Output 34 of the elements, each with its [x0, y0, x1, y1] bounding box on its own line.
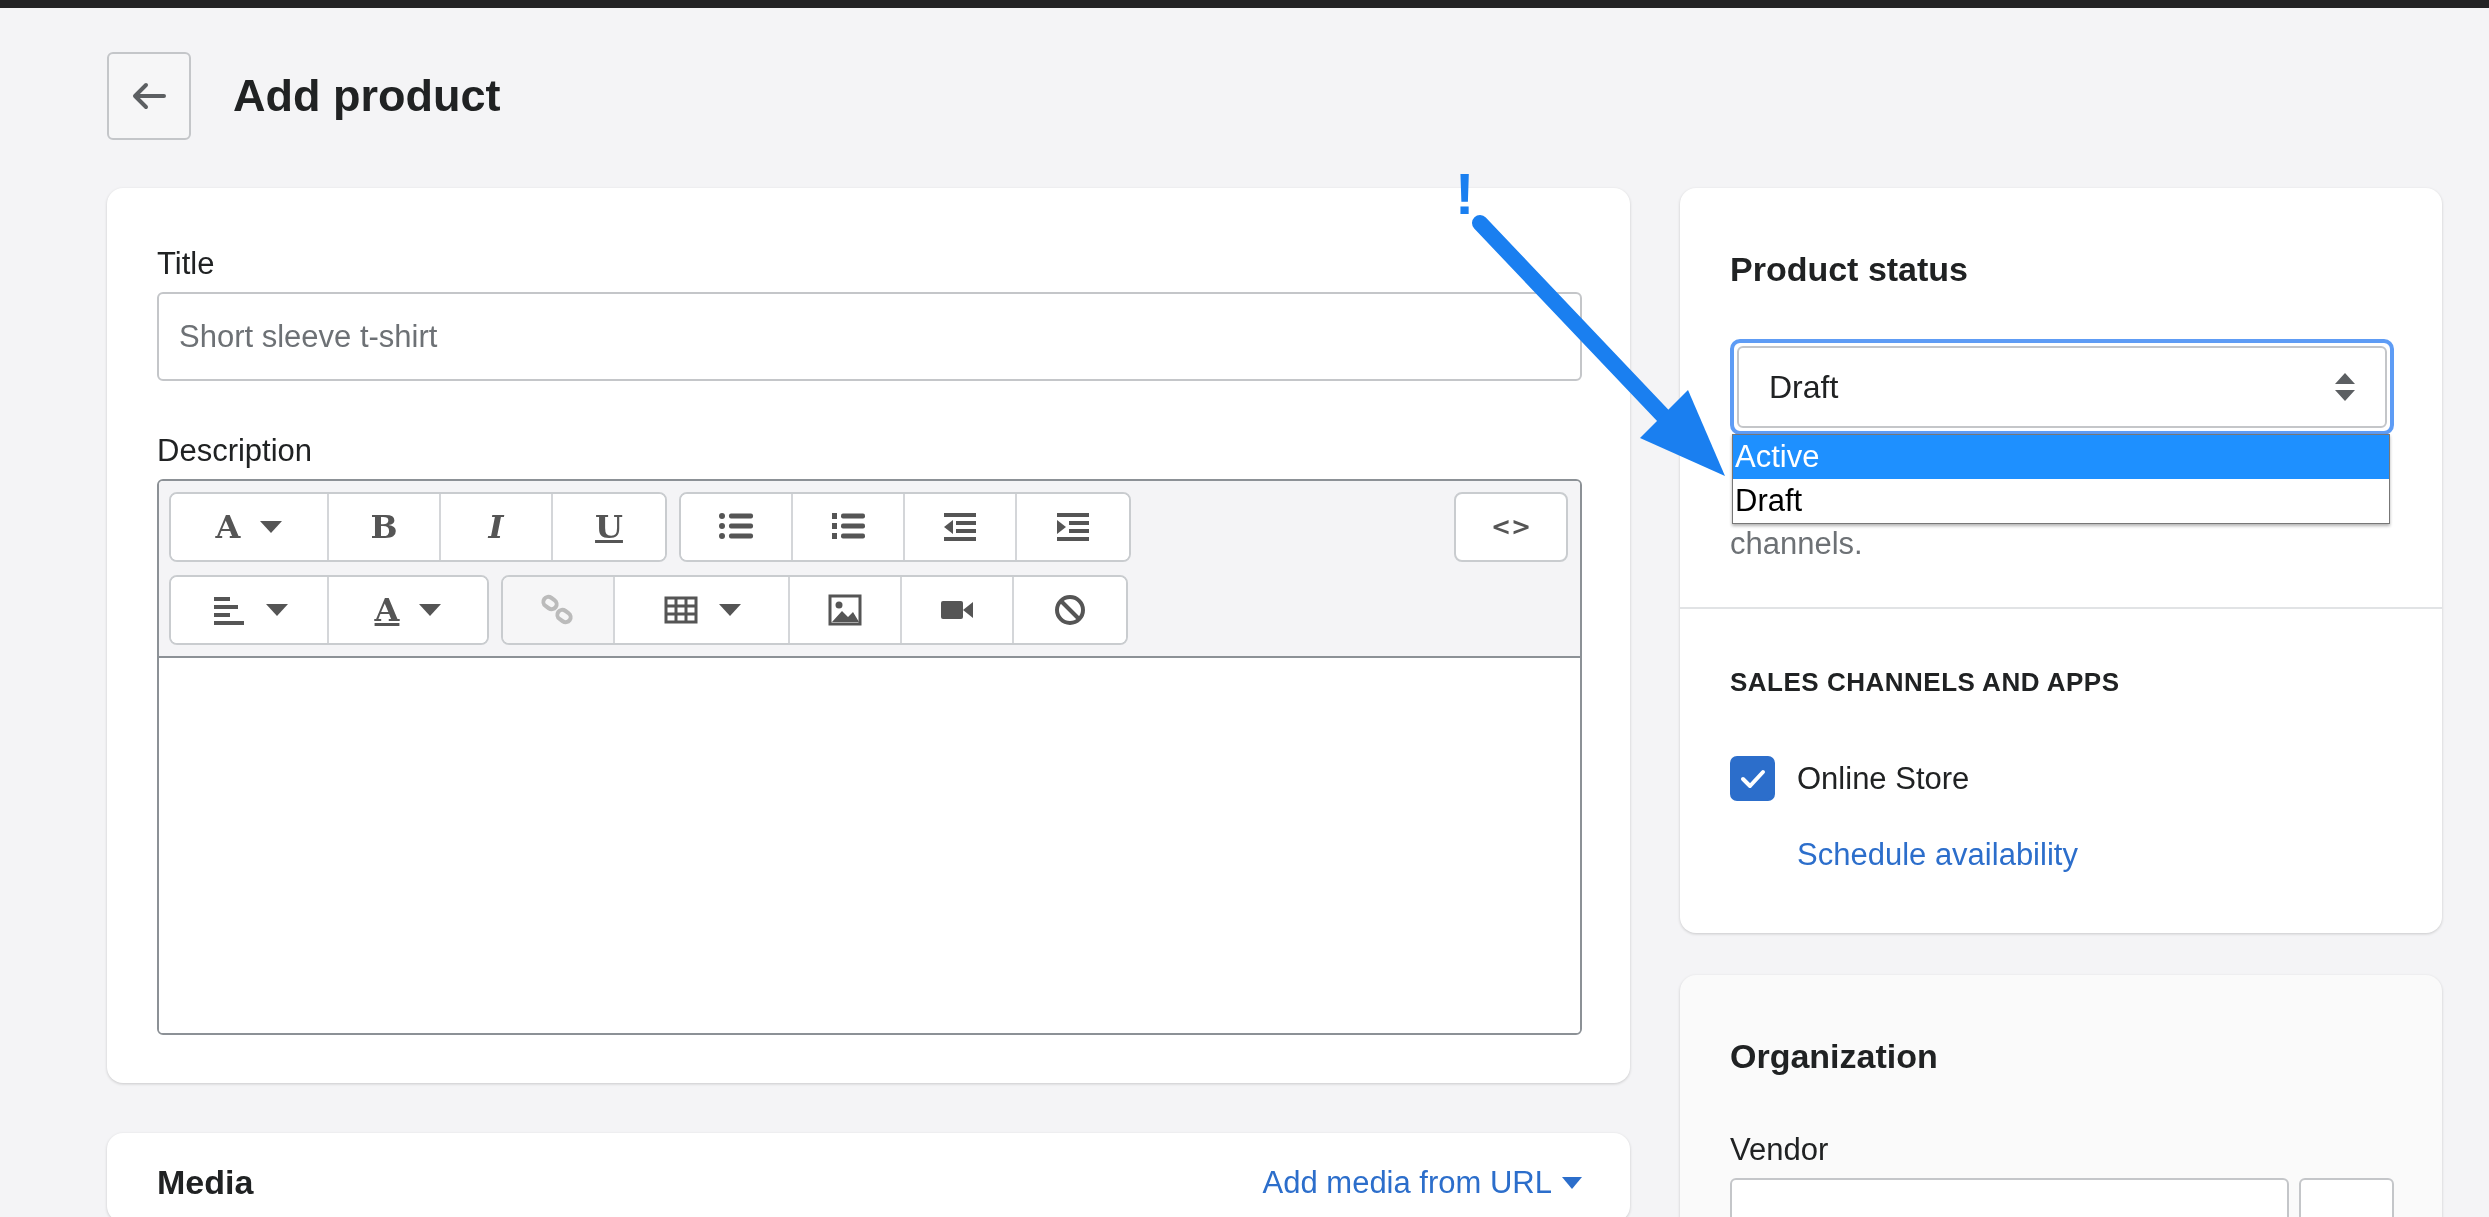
status-select[interactable]: Draft [1730, 339, 2394, 435]
page-title: Add product [233, 70, 501, 122]
schedule-availability-link[interactable]: Schedule availability [1797, 837, 2078, 873]
back-arrow-icon [131, 81, 167, 111]
caret-icon [260, 521, 283, 533]
check-icon [1739, 768, 1766, 789]
indent-icon [1055, 510, 1091, 544]
code-view-button[interactable]: <> [1454, 492, 1568, 562]
link-icon [540, 593, 576, 627]
status-help-text: channels. [1730, 527, 1864, 561]
description-label: Description [157, 433, 314, 469]
add-media-link[interactable]: Add media from URL [1262, 1164, 1582, 1201]
align-button[interactable] [171, 577, 329, 643]
sales-channels-heading: SALES CHANNELS AND APPS [1730, 667, 2121, 698]
blocked-icon [1052, 593, 1088, 627]
organization-title: Organization [1730, 1037, 1939, 1076]
vendor-label: Vendor [1730, 1132, 1830, 1168]
caret-icon [1562, 1176, 1582, 1189]
font-button[interactable]: A [171, 494, 329, 560]
channel-label: Online Store [1797, 760, 1970, 797]
bullets-button[interactable] [681, 494, 793, 560]
channel-checkbox[interactable] [1730, 756, 1775, 801]
status-option[interactable]: Draft [1733, 479, 2389, 523]
back-button[interactable] [107, 52, 191, 140]
exclamation-mark: ! [1455, 160, 1475, 227]
caret-icon [718, 604, 741, 616]
image-icon [827, 593, 863, 627]
title-label: Title [157, 246, 216, 282]
caret-icon [266, 604, 288, 616]
outdent-icon [942, 510, 978, 544]
status-title: Product status [1730, 250, 1970, 289]
title-field[interactable]: Short sleeve t-shirt [157, 292, 1582, 381]
media-title: Media [157, 1163, 254, 1202]
caret-icon [419, 604, 442, 616]
